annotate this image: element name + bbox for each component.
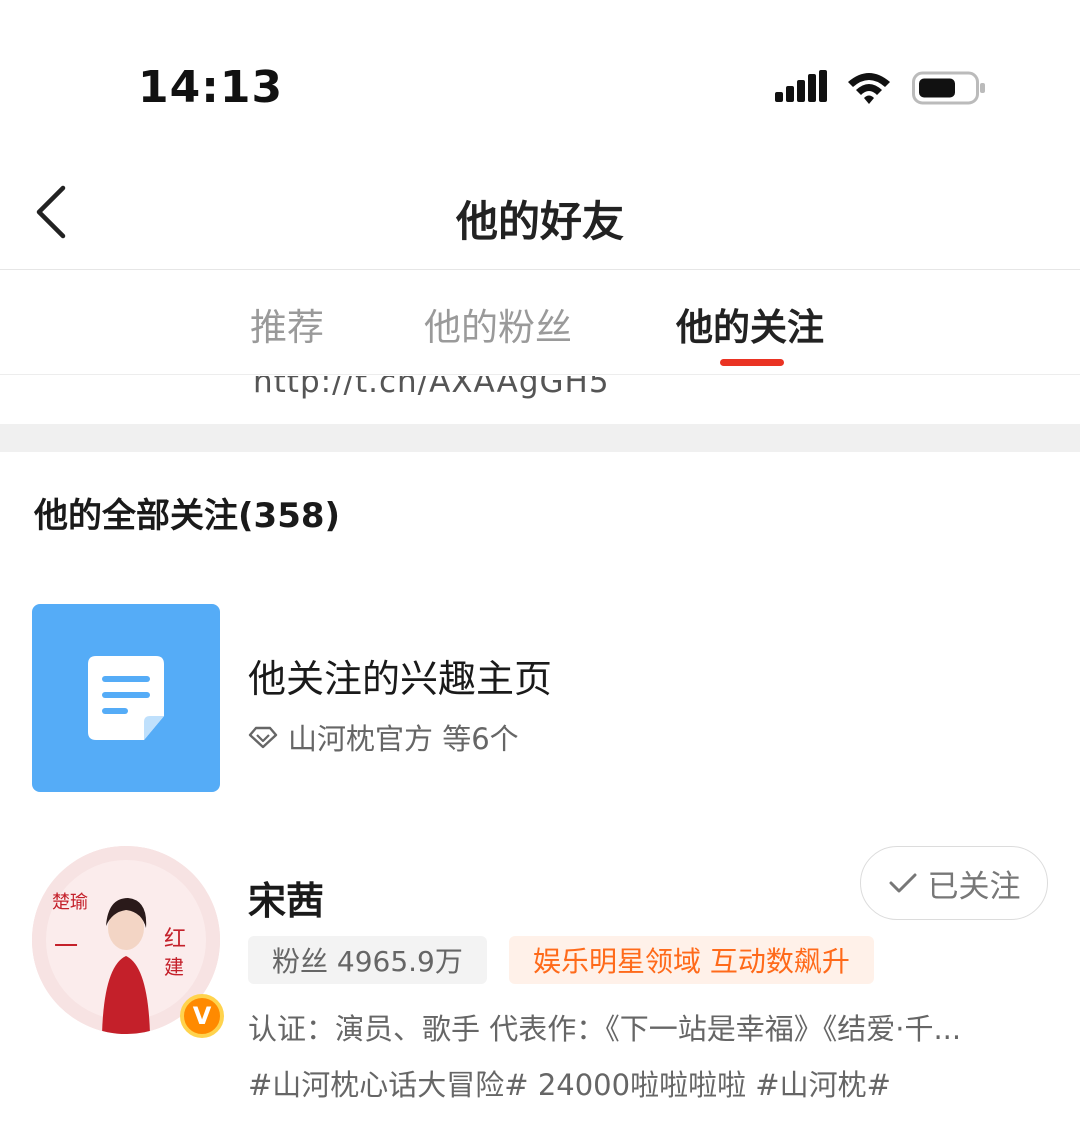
tab-fans[interactable]: 他的粉丝: [424, 297, 572, 351]
document-icon: [88, 656, 164, 740]
verified-badge: V: [180, 994, 224, 1038]
interest-thumbnail: [32, 604, 220, 792]
interest-pages-item[interactable]: 他关注的兴趣主页 山河枕官方 等6个: [0, 590, 1080, 802]
following-count-title: 他的全部关注(358): [34, 496, 341, 536]
tab-active-indicator: [720, 359, 784, 366]
fans-count-badge: 粉丝 4965.9万: [248, 936, 487, 984]
profile-link[interactable]: http://t.cn/AXAAgGH5: [253, 376, 610, 400]
status-bar: 14:13: [0, 0, 1080, 160]
wifi-icon: [848, 73, 890, 104]
page-title: 他的好友: [455, 197, 624, 246]
user-description: 认证：演员、歌手 代表作：《下一站是幸福》《结爱·千...: [248, 1012, 962, 1046]
signal-icon: [775, 70, 827, 102]
following-user-item[interactable]: 楚瑜 一 红 建 V 宋茜 已关注 粉丝 4965.9万 娱乐明星领域 互动数飙…: [0, 830, 1080, 1120]
tab-bar: 推荐 他的粉丝 他的关注: [0, 271, 1080, 375]
svg-text:一: 一: [54, 932, 78, 960]
check-icon: [889, 873, 916, 893]
section-divider: [0, 424, 1080, 452]
svg-text:红: 红: [164, 927, 186, 952]
user-name[interactable]: 宋茜: [248, 870, 324, 925]
status-time: 14:13: [138, 62, 284, 113]
domain-badge: 娱乐明星领域 互动数飙升: [509, 936, 874, 984]
battery-icon: [912, 71, 985, 105]
profile-link-strip: http://t.cn/AXAAgGH5: [0, 376, 1080, 424]
nav-bar: 他的好友: [0, 160, 1080, 270]
user-tags: #山河枕心话大冒险# 24000啦啦啦啦 #山河枕#: [248, 1068, 891, 1102]
interest-subtitle-text: 山河枕官方 等6个: [288, 722, 519, 756]
interest-title: 他关注的兴趣主页: [248, 657, 553, 701]
svg-text:建: 建: [164, 955, 184, 979]
following-button[interactable]: 已关注: [860, 846, 1048, 920]
svg-text:楚瑜: 楚瑜: [52, 892, 88, 913]
interest-subtitle: 山河枕官方 等6个: [248, 716, 519, 758]
tab-recommend[interactable]: 推荐: [250, 297, 324, 351]
tab-following[interactable]: 他的关注: [676, 297, 824, 351]
following-button-label: 已关注: [927, 868, 1021, 905]
diamond-icon: [248, 726, 278, 749]
